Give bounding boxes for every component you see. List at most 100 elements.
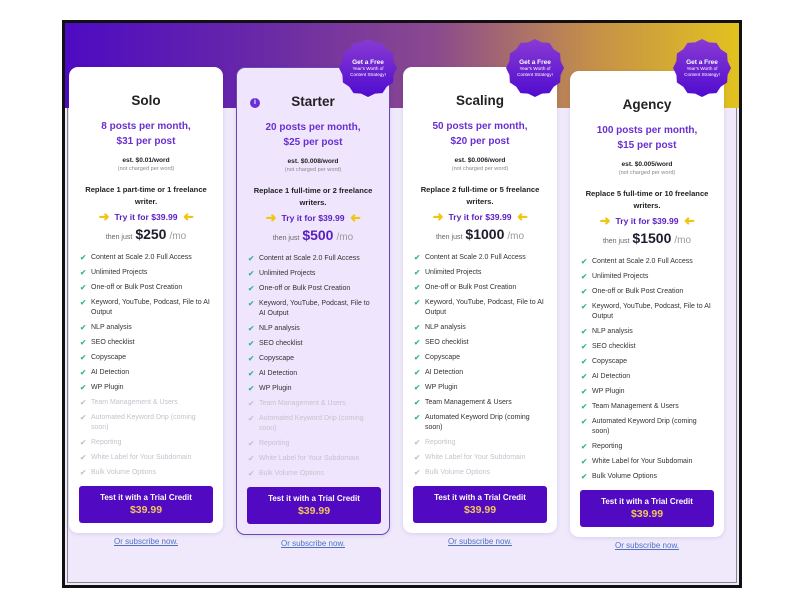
feature-label: White Label for Your Subdomain (91, 454, 192, 461)
feature-item: ✔ One-off or Bulk Post Creation (80, 283, 211, 293)
price-per-post: $25 per post (283, 137, 343, 148)
feature-label: Team Management & Users (592, 403, 679, 410)
badge-line-2: Content Strategy! (684, 71, 720, 77)
plan-posts: 50 posts per month, $20 per post (403, 119, 557, 149)
feature-item: ✔ AI Detection (581, 372, 712, 382)
feature-label: Bulk Volume Options (91, 469, 156, 476)
feature-item: ✔ Bulk Volume Options (414, 468, 545, 478)
arrow-right-icon: ➜ (98, 209, 110, 224)
trial-credit-button[interactable]: Test it with a Trial Credit $39.99 (247, 487, 381, 524)
feature-label: WP Plugin (425, 384, 458, 391)
check-icon: ✔ (414, 323, 421, 332)
check-icon: ✔ (248, 284, 255, 293)
check-icon: ✔ (414, 398, 421, 407)
check-icon: ✔ (248, 454, 255, 463)
feature-item: ✔ Team Management & Users (248, 399, 377, 409)
check-icon: ✔ (581, 472, 588, 481)
feature-label: Copyscape (91, 354, 127, 361)
subscribe-link[interactable]: Or subscribe now. (69, 537, 223, 546)
feature-label: Team Management & Users (425, 399, 512, 406)
trial-credit-button[interactable]: Test it with a Trial Credit $39.99 (79, 486, 213, 523)
arrow-left-icon: ➜ (683, 213, 695, 228)
feature-label: Copyscape (592, 358, 628, 365)
try-price-label: Try it for $39.99 (114, 212, 178, 222)
then-just-label: then just (435, 234, 463, 241)
check-icon: ✔ (248, 324, 255, 333)
try-offer: ➜ Try it for $39.99 ➜ (570, 213, 724, 228)
feature-item: ✔ Reporting (414, 438, 545, 448)
plan-card-solo: Solo 8 posts per month, $31 per post est… (69, 67, 223, 533)
trial-credit-button[interactable]: Test it with a Trial Credit $39.99 (413, 486, 547, 523)
feature-item: ✔ SEO checklist (248, 339, 377, 349)
feature-label: Automated Keyword Drip (coming soon) (425, 414, 530, 431)
feature-item: ✔ SEO checklist (581, 342, 712, 352)
not-charged-note: (not charged per word) (618, 170, 676, 176)
feature-label: SEO checklist (91, 339, 135, 346)
not-charged-note: (not charged per word) (117, 166, 175, 172)
plan-price: $500 (302, 227, 334, 243)
try-offer: ➜ Try it for $39.99 ➜ (403, 209, 557, 224)
feature-label: AI Detection (259, 370, 298, 377)
feature-item: ✔ Copyscape (80, 353, 211, 363)
feature-label: AI Detection (91, 369, 130, 376)
check-icon: ✔ (581, 302, 588, 311)
check-icon: ✔ (581, 417, 588, 426)
feature-label: SEO checklist (592, 343, 636, 350)
replace-writers: Replace 1 full-time or 2 freelance write… (253, 186, 373, 207)
try-price-label: Try it for $39.99 (615, 216, 679, 226)
check-icon: ✔ (80, 368, 87, 377)
trial-credit-button[interactable]: Test it with a Trial Credit $39.99 (580, 490, 714, 527)
feature-item: ✔ Team Management & Users (414, 398, 545, 408)
feature-label: SEO checklist (259, 340, 303, 347)
subscribe-link[interactable]: Or subscribe now. (403, 537, 557, 546)
est-per-word: est. $0.005/word (621, 161, 673, 168)
feature-item: ✔ Automated Keyword Drip (coming soon) (414, 413, 545, 433)
est-per-word: est. $0.008/word (287, 158, 339, 165)
plan-name: Solo (131, 93, 161, 108)
check-icon: ✔ (248, 369, 255, 378)
cta-label: Test it with a Trial Credit (434, 493, 526, 502)
feature-item: ✔ SEO checklist (414, 338, 545, 348)
feature-item: ✔ Content at Scale 2.0 Full Access (581, 257, 712, 267)
arrow-left-icon: ➜ (182, 209, 194, 224)
feature-label: Team Management & Users (259, 400, 346, 407)
feature-item: ✔ AI Detection (80, 368, 211, 378)
feature-label: AI Detection (592, 373, 631, 380)
per-month-label: /mo (674, 235, 692, 246)
feature-item: ✔ Reporting (248, 439, 377, 449)
subscribe-link[interactable]: Or subscribe now. (236, 539, 390, 548)
feature-label: Copyscape (425, 354, 461, 361)
feature-label: Bulk Volume Options (592, 473, 657, 480)
check-icon: ✔ (581, 327, 588, 336)
check-icon: ✔ (414, 268, 421, 277)
feature-item: ✔ Content at Scale 2.0 Full Access (80, 253, 211, 263)
arrow-right-icon: ➜ (265, 210, 277, 225)
feature-item: ✔ Copyscape (414, 353, 545, 363)
not-charged-note: (not charged per word) (451, 166, 509, 172)
feature-label: Unlimited Projects (259, 270, 316, 277)
cta-price: $39.99 (297, 505, 331, 517)
feature-label: WP Plugin (91, 384, 124, 391)
check-icon: ✔ (581, 442, 588, 451)
check-icon: ✔ (248, 299, 255, 308)
feature-label: Team Management & Users (91, 399, 178, 406)
feature-item: ✔ NLP analysis (80, 323, 211, 333)
check-icon: ✔ (414, 283, 421, 292)
subscribe-link[interactable]: Or subscribe now. (570, 541, 724, 550)
badge-line-2: Content Strategy! (517, 71, 553, 77)
check-icon: ✔ (248, 439, 255, 448)
check-icon: ✔ (80, 268, 87, 277)
check-icon: ✔ (414, 438, 421, 447)
est-per-word: est. $0.006/word (454, 157, 506, 164)
check-icon: ✔ (80, 323, 87, 332)
check-icon: ✔ (248, 254, 255, 263)
feature-item: ✔ Keyword, YouTube, Podcast, File to AI O… (581, 302, 712, 322)
feature-label: SEO checklist (425, 339, 469, 346)
feature-item: ✔ SEO checklist (80, 338, 211, 348)
feature-label: Reporting (425, 439, 456, 446)
feature-item: ✔ Team Management & Users (581, 402, 712, 412)
feature-label: Unlimited Projects (592, 273, 649, 280)
plan-name: Agency (622, 97, 672, 112)
feature-item: ✔ AI Detection (248, 369, 377, 379)
info-icon[interactable]: i (250, 98, 260, 108)
